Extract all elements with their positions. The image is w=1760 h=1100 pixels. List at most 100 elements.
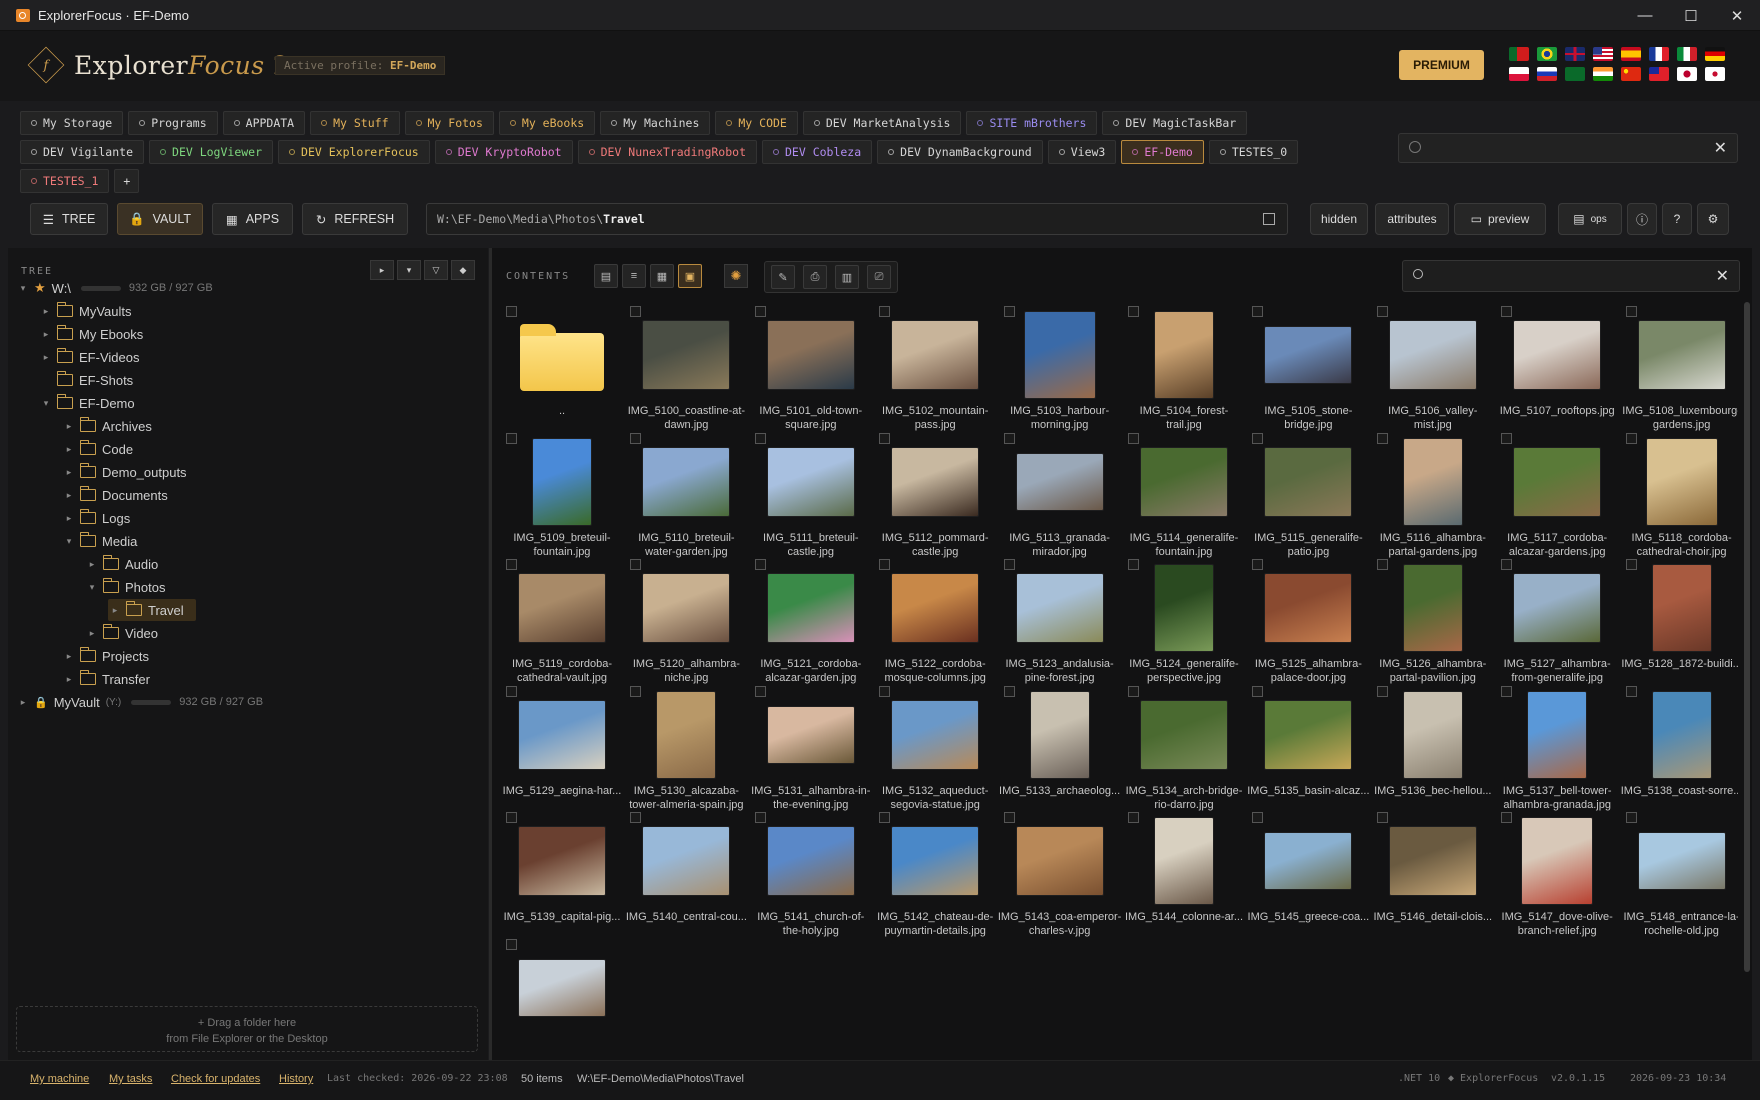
tree-node[interactable]: ▾ Media bbox=[62, 530, 137, 552]
tree-node[interactable]: ▾ ★ W:\ 932 GB / 927 GB bbox=[16, 277, 213, 299]
profile-tab[interactable]: DEV Vigilante bbox=[20, 140, 145, 164]
flag-it-icon[interactable] bbox=[1677, 47, 1697, 61]
file-thumbnail-item[interactable]: IMG_5103_harbour-morning.jpg bbox=[998, 302, 1116, 431]
tree-filter-button[interactable]: ▽ bbox=[424, 260, 448, 280]
file-thumbnail-item[interactable]: IMG_5116_alhambra-partal-gardens.jpg bbox=[1371, 429, 1489, 558]
expand-arrow-icon[interactable]: ▸ bbox=[16, 697, 30, 708]
file-thumbnail-item[interactable]: IMG_5143_coa-emperor-charles-v.jpg bbox=[998, 808, 1121, 937]
expand-arrow-icon[interactable]: ▸ bbox=[39, 352, 53, 363]
expand-arrow-icon[interactable]: ▸ bbox=[85, 628, 99, 639]
flag-kr-icon[interactable] bbox=[1705, 67, 1725, 81]
flag-tw-icon[interactable] bbox=[1649, 67, 1669, 81]
tree-button[interactable]: ☰ TREE bbox=[30, 203, 108, 235]
expand-arrow-icon[interactable]: ▾ bbox=[39, 398, 53, 409]
tree-node[interactable]: ▸ Code bbox=[62, 438, 133, 460]
flag-fr-icon[interactable] bbox=[1649, 47, 1669, 61]
tree-node[interactable]: ▸ Transfer bbox=[62, 668, 150, 690]
premium-button[interactable]: PREMIUM bbox=[1399, 50, 1484, 80]
profile-tab[interactable]: My Storage bbox=[20, 111, 124, 135]
file-thumbnail-item[interactable]: IMG_5102_mountain-pass.jpg bbox=[873, 302, 991, 431]
copy-path-icon[interactable] bbox=[1263, 213, 1275, 225]
profile-tab[interactable]: My eBooks bbox=[498, 111, 596, 135]
file-thumbnail-item[interactable]: IMG_5144_colonne-ar... bbox=[1122, 808, 1243, 934]
expand-arrow-icon[interactable]: ▸ bbox=[39, 329, 53, 340]
profile-tab[interactable]: My Stuff bbox=[310, 111, 400, 135]
file-thumbnail-item[interactable]: IMG_5139_capital-pig... bbox=[500, 808, 620, 934]
file-thumbnail-item[interactable]: IMG_5147_dove-olive-branch-relief.jpg bbox=[1495, 808, 1613, 937]
profile-tab[interactable]: DEV LogViewer bbox=[149, 140, 274, 164]
file-thumbnail-item[interactable]: IMG_5145_greece-coa... bbox=[1246, 808, 1369, 934]
expand-arrow-icon[interactable]: ▸ bbox=[62, 421, 76, 432]
profile-tab[interactable]: TESTES_0 bbox=[1208, 140, 1299, 164]
tree-node[interactable]: ▾ Photos bbox=[85, 576, 165, 598]
my-tasks-link[interactable]: My tasks bbox=[109, 1073, 152, 1085]
file-thumbnail-item[interactable]: IMG_5122_cordoba-mosque-columns.jpg bbox=[873, 555, 991, 684]
profile-tab[interactable]: DEV NunexTradingRobot bbox=[577, 140, 757, 164]
file-thumbnail-item[interactable]: IMG_5134_arch-bridge-rio-darro.jpg bbox=[1122, 682, 1242, 811]
flag-br-icon[interactable] bbox=[1537, 47, 1557, 61]
file-thumbnail-item[interactable]: IMG_5127_alhambra-from-generalife.jpg bbox=[1495, 555, 1613, 684]
file-thumbnail-item[interactable]: IMG_5131_alhambra-in-the-evening.jpg bbox=[749, 682, 870, 811]
my-machine-link[interactable]: My machine bbox=[30, 1073, 89, 1085]
clear-search-icon[interactable]: ✕ bbox=[1714, 138, 1727, 158]
file-thumbnail-item[interactable]: IMG_5114_generalife-fountain.jpg bbox=[1122, 429, 1240, 558]
file-thumbnail-item[interactable] bbox=[500, 935, 618, 1058]
minimize-button[interactable]: — bbox=[1622, 0, 1668, 31]
expand-arrow-icon[interactable]: ▸ bbox=[62, 513, 76, 524]
maximize-button[interactable]: ☐ bbox=[1668, 0, 1714, 31]
tree-collapse-button[interactable]: ▾ bbox=[397, 260, 421, 280]
file-thumbnail-item[interactable]: IMG_5142_chateau-de-puymartin-details.jp… bbox=[873, 808, 993, 937]
expand-arrow-icon[interactable]: ▸ bbox=[62, 674, 76, 685]
file-thumbnail-item[interactable]: IMG_5133_archaeolog... bbox=[998, 682, 1120, 808]
tree-pin-button[interactable]: ◆ bbox=[451, 260, 475, 280]
preview-toggle[interactable]: ▭ preview bbox=[1454, 203, 1546, 235]
file-thumbnail-item[interactable]: IMG_5121_cordoba-alcazar-garden.jpg bbox=[749, 555, 867, 684]
profile-tab[interactable]: DEV Cobleza bbox=[762, 140, 873, 164]
info-button[interactable]: ⓘ bbox=[1627, 203, 1657, 235]
tree-node[interactable]: ▸ Video bbox=[85, 622, 158, 644]
file-thumbnail-item[interactable]: IMG_5146_detail-clois... bbox=[1371, 808, 1492, 934]
profile-tab[interactable]: APPDATA bbox=[222, 111, 306, 135]
file-thumbnail-item[interactable]: IMG_5130_alcazaba-tower-almeria-spain.jp… bbox=[624, 682, 744, 811]
close-button[interactable]: ✕ bbox=[1714, 0, 1760, 31]
profile-tab[interactable]: EF-Demo bbox=[1121, 140, 1204, 164]
path-bar[interactable]: W:\EF-Demo\Media\Photos\ Travel bbox=[426, 203, 1288, 235]
profile-tab[interactable]: View3 bbox=[1047, 140, 1117, 164]
profile-tab[interactable]: TESTES_1 bbox=[20, 169, 110, 193]
tree-node[interactable]: ▸ Audio bbox=[85, 553, 158, 575]
file-thumbnail-item[interactable]: IMG_5111_breteuil-castle.jpg bbox=[749, 429, 867, 558]
profile-tab[interactable]: My CODE bbox=[715, 111, 798, 135]
profile-tab[interactable]: Programs bbox=[128, 111, 218, 135]
file-thumbnail-item[interactable]: IMG_5112_pommard-castle.jpg bbox=[873, 429, 991, 558]
profile-tab[interactable]: DEV MarketAnalysis bbox=[802, 111, 962, 135]
attributes-toggle[interactable]: attributes bbox=[1375, 203, 1449, 235]
file-thumbnail-item[interactable]: IMG_5117_cordoba-alcazar-gardens.jpg bbox=[1495, 429, 1613, 558]
expand-arrow-icon[interactable]: ▸ bbox=[62, 490, 76, 501]
expand-arrow-icon[interactable]: ▸ bbox=[62, 467, 76, 478]
list-view-button[interactable]: ≡ bbox=[622, 264, 646, 288]
file-thumbnail-item[interactable]: IMG_5109_breteuil-fountain.jpg bbox=[500, 429, 618, 558]
file-thumbnail-item[interactable]: IMG_5129_aegina-har... bbox=[500, 682, 621, 808]
print-icon[interactable]: ⎚ bbox=[867, 265, 891, 289]
flag-us-icon[interactable] bbox=[1593, 47, 1613, 61]
flag-es-icon[interactable] bbox=[1621, 47, 1641, 61]
expand-arrow-icon[interactable]: ▾ bbox=[62, 536, 76, 547]
file-thumbnail-item[interactable]: IMG_5115_generalife-patio.jpg bbox=[1246, 429, 1364, 558]
details-view-button[interactable]: ▤ bbox=[594, 264, 618, 288]
profile-tab[interactable]: SITE mBrothers bbox=[966, 111, 1098, 135]
tree-node[interactable]: ▸ Logs bbox=[62, 507, 130, 529]
tree-node[interactable]: ▸ Archives bbox=[62, 415, 152, 437]
profile-tab[interactable]: DEV ExplorerFocus bbox=[278, 140, 430, 164]
file-thumbnail-item[interactable]: IMG_5135_basin-alcaz... bbox=[1246, 682, 1370, 808]
global-search-input[interactable]: ✕ bbox=[1398, 133, 1738, 163]
tree-node[interactable]: ▾ EF-Demo bbox=[39, 392, 135, 414]
file-thumbnail-item[interactable]: IMG_5123_andalusia-pine-forest.jpg bbox=[998, 555, 1116, 684]
file-thumbnail-item[interactable]: IMG_5137_bell-tower-alhambra-granada.jpg bbox=[1495, 682, 1613, 811]
parent-folder-item[interactable]: .. bbox=[500, 302, 618, 428]
flag-gb-icon[interactable] bbox=[1565, 47, 1585, 61]
expand-arrow-icon[interactable]: ▸ bbox=[62, 444, 76, 455]
expand-arrow-icon[interactable]: ▾ bbox=[85, 582, 99, 593]
flag-pl-icon[interactable] bbox=[1509, 67, 1529, 81]
file-thumbnail-item[interactable]: IMG_5132_aqueduct-segovia-statue.jpg bbox=[873, 682, 991, 811]
thumbnail-view-button[interactable]: ▣ bbox=[678, 264, 702, 288]
